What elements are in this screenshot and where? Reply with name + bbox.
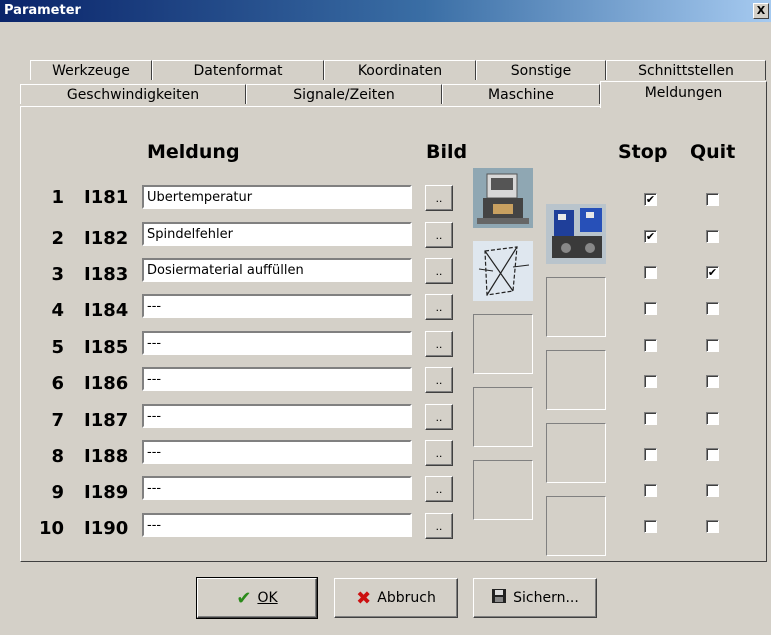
save-button[interactable]: Sichern... [473,578,597,618]
image-slot-empty[interactable] [473,387,533,447]
row-number: 10 [38,518,64,539]
stop-checkbox[interactable] [644,339,657,352]
browse-image-button[interactable]: .. [425,222,453,248]
browse-image-button[interactable]: .. [425,258,453,284]
row-number: 5 [51,337,64,358]
row-code: I189 [84,482,129,503]
header-meldung: Meldung [147,141,240,163]
image-thumbnail-2[interactable] [546,204,606,264]
tab-maschine[interactable]: Maschine [442,84,600,104]
row-code: I183 [84,264,129,285]
image-thumbnail-1[interactable] [473,168,533,228]
stop-checkbox[interactable] [644,302,657,315]
quit-checkbox[interactable] [706,484,719,497]
stop-checkbox[interactable] [644,375,657,388]
close-button[interactable]: X [753,3,769,19]
tab-schnittstellen[interactable]: Schnittstellen [606,60,766,80]
row-code: I187 [84,410,129,431]
browse-image-button[interactable]: .. [425,367,453,393]
cancel-button[interactable]: ✖ Abbruch [334,578,458,618]
message-input[interactable] [142,258,412,282]
tab-meldungen[interactable]: Meldungen [600,81,767,108]
row-number: 9 [51,482,64,503]
image-slot-empty[interactable] [473,460,533,520]
browse-image-button[interactable]: .. [425,331,453,357]
stop-checkbox[interactable] [644,266,657,279]
row-number: 7 [51,410,64,431]
header-quit: Quit [690,141,736,163]
quit-checkbox[interactable] [706,230,719,243]
quit-checkbox[interactable] [706,412,719,425]
tab-werkzeuge[interactable]: Werkzeuge [30,60,152,80]
stop-checkbox[interactable]: ✔ [644,230,657,243]
floppy-disk-icon [491,588,507,608]
image-thumbnail-3[interactable] [473,241,533,301]
row-code: I184 [84,300,129,321]
browse-image-button[interactable]: .. [425,294,453,320]
ok-button[interactable]: ✔ OK [196,577,318,619]
image-slot-empty[interactable] [546,423,606,483]
tab-signale-zeiten[interactable]: Signale/Zeiten [246,84,442,104]
stop-checkbox[interactable] [644,448,657,461]
quit-checkbox[interactable] [706,193,719,206]
window-title: Parameter [4,3,81,18]
quit-checkbox[interactable]: ✔ [706,266,719,279]
row-number: 1 [51,187,64,208]
save-label: Sichern... [513,590,579,606]
row-code: I190 [84,518,129,539]
stop-checkbox[interactable] [644,484,657,497]
quit-checkbox[interactable] [706,375,719,388]
tab-datenformat[interactable]: Datenformat [152,60,324,80]
browse-image-button[interactable]: .. [425,185,453,211]
checkmark-icon: ✔ [236,587,252,609]
row-code: I182 [84,228,129,249]
tab-koordinaten[interactable]: Koordinaten [324,60,476,80]
image-slot-empty[interactable] [546,350,606,410]
message-input[interactable] [142,294,412,318]
cancel-label: Abbruch [377,590,436,606]
row-number: 3 [51,264,64,285]
message-input[interactable] [142,331,412,355]
message-input[interactable] [142,185,412,209]
ok-label: OK [257,590,278,606]
stop-checkbox[interactable] [644,520,657,533]
row-code: I188 [84,446,129,467]
quit-checkbox[interactable] [706,448,719,461]
message-input[interactable] [142,513,412,537]
row-number: 6 [51,373,64,394]
header-bild: Bild [426,141,468,163]
row-number: 4 [51,300,64,321]
row-number: 8 [51,446,64,467]
row-number: 2 [51,228,64,249]
header-stop: Stop [618,141,668,163]
quit-checkbox[interactable] [706,302,719,315]
tab-sonstige[interactable]: Sonstige [476,60,606,80]
stop-checkbox[interactable] [644,412,657,425]
quit-checkbox[interactable] [706,520,719,533]
message-input[interactable] [142,476,412,500]
image-slot-empty[interactable] [546,496,606,556]
browse-image-button[interactable]: .. [425,513,453,539]
quit-checkbox[interactable] [706,339,719,352]
message-input[interactable] [142,440,412,464]
browse-image-button[interactable]: .. [425,476,453,502]
browse-image-button[interactable]: .. [425,440,453,466]
x-icon: ✖ [356,587,372,609]
image-slot-empty[interactable] [546,277,606,337]
message-input[interactable] [142,404,412,428]
row-code: I186 [84,373,129,394]
browse-image-button[interactable]: .. [425,404,453,430]
tab-geschwindigkeiten[interactable]: Geschwindigkeiten [20,84,246,104]
row-code: I185 [84,337,129,358]
image-slot-empty[interactable] [473,314,533,374]
message-input[interactable] [142,367,412,391]
stop-checkbox[interactable]: ✔ [644,193,657,206]
message-input[interactable] [142,222,412,246]
title-bar: Parameter X [0,0,771,22]
row-code: I181 [84,187,129,208]
